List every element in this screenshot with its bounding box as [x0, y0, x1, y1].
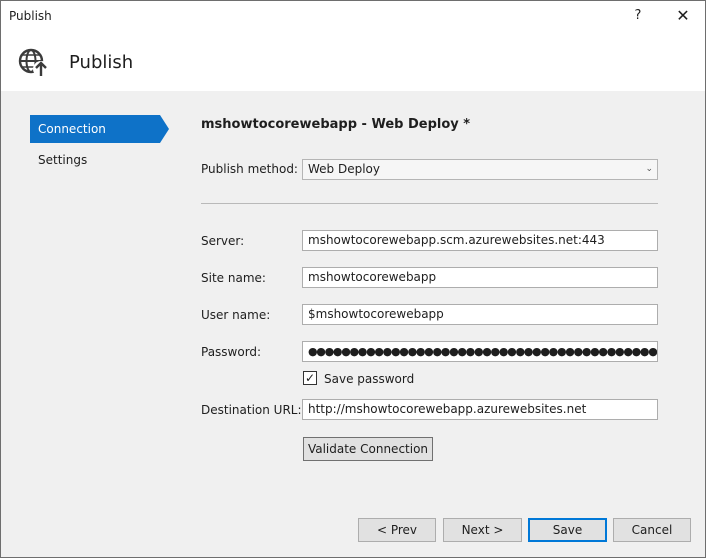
user-name-input[interactable]: $mshowtocorewebapp [302, 304, 658, 325]
nav-item-connection[interactable]: Connection [30, 115, 169, 143]
site-name-input[interactable]: mshowtocorewebapp [302, 267, 658, 288]
header-title: Publish [69, 52, 134, 73]
prev-button[interactable]: < Prev [358, 518, 436, 542]
dialog-header: Publish [1, 31, 705, 91]
next-button[interactable]: Next > [443, 518, 522, 542]
server-input[interactable]: mshowtocorewebapp.scm.azurewebsites.net:… [302, 230, 658, 251]
user-name-label: User name: [201, 308, 271, 322]
publish-dialog: Publish ? ✕ Publish Connection Settings … [0, 0, 706, 558]
profile-title: mshowtocorewebapp - Web Deploy * [201, 117, 471, 132]
window-title: Publish [9, 9, 52, 23]
nav-item-settings[interactable]: Settings [30, 146, 160, 174]
save-button[interactable]: Save [528, 518, 607, 542]
destination-url-input[interactable]: http://mshowtocorewebapp.azurewebsites.n… [302, 399, 658, 420]
save-password-checkbox[interactable]: ✓ [303, 371, 317, 385]
save-password-label[interactable]: Save password [324, 372, 414, 386]
globe-publish-icon [18, 48, 49, 77]
chevron-down-icon: ⌄ [645, 164, 653, 174]
close-button[interactable]: ✕ [667, 3, 699, 29]
section-divider [201, 203, 658, 204]
validate-connection-button[interactable]: Validate Connection [303, 437, 433, 461]
content-area: Connection Settings mshowtocorewebapp - … [1, 91, 705, 557]
publish-method-value: Web Deploy [308, 162, 380, 176]
password-input[interactable]: ●●●●●●●●●●●●●●●●●●●●●●●●●●●●●●●●●●●●●●●●… [302, 341, 658, 362]
server-label: Server: [201, 234, 245, 248]
password-label: Password: [201, 345, 262, 359]
publish-method-label: Publish method: [201, 162, 298, 176]
site-name-label: Site name: [201, 271, 266, 285]
destination-url-label: Destination URL: [201, 403, 302, 417]
help-button[interactable]: ? [623, 3, 653, 29]
cancel-button[interactable]: Cancel [613, 518, 691, 542]
title-bar: Publish ? ✕ [1, 1, 705, 31]
publish-method-select[interactable]: Web Deploy ⌄ [302, 159, 658, 180]
